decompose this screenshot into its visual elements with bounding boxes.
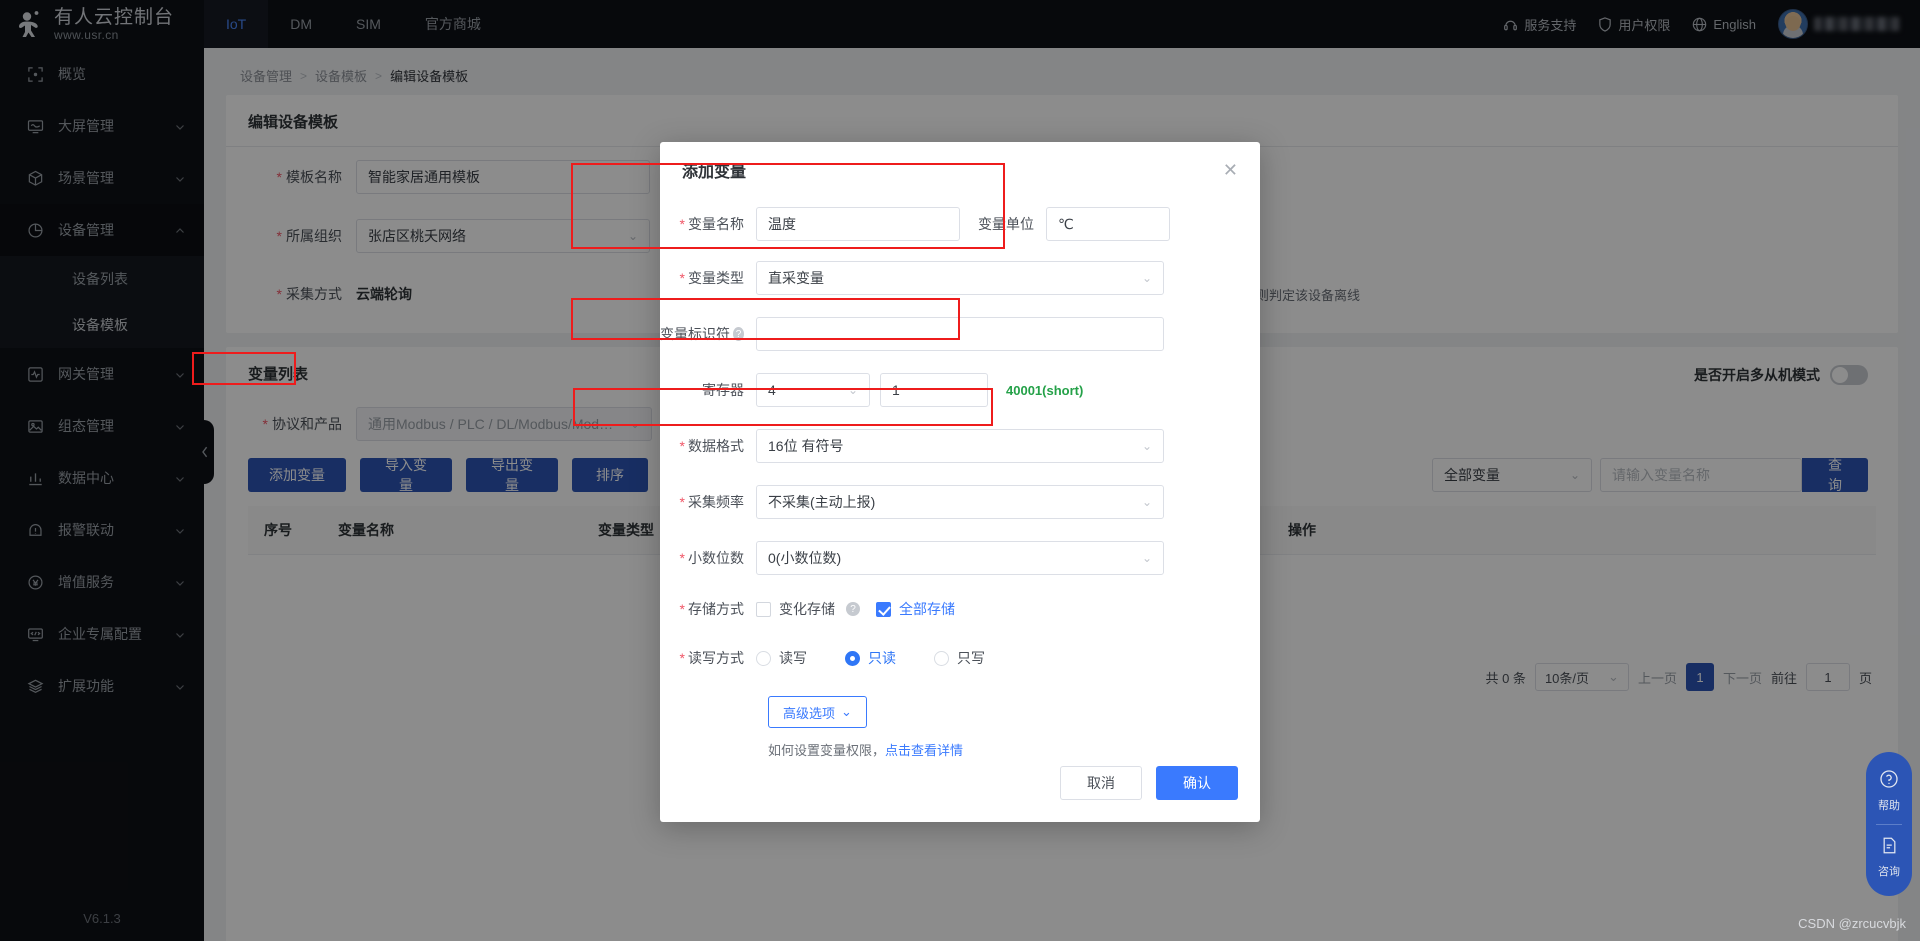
app-root: 有人云控制台 www.usr.cn IoT DM SIM 官方商城 服务支持 用…: [0, 0, 1920, 941]
variable-identifier-input[interactable]: [756, 317, 1164, 351]
advanced-options-button[interactable]: 高级选项 ⌄: [768, 696, 867, 728]
data-format-select[interactable]: 16位 有符号 ⌄: [756, 429, 1164, 463]
document-icon: [1880, 836, 1899, 860]
register-function-code-select[interactable]: 4 ⌄: [756, 373, 870, 407]
dialog-title: 添加变量: [682, 164, 747, 181]
variable-name-label: 变量名称: [660, 214, 756, 234]
permission-hint-link[interactable]: 点击查看详情: [885, 743, 963, 758]
variable-type-label: 变量类型: [660, 268, 756, 288]
checkbox-change-storage[interactable]: 变化存储 ?: [756, 599, 860, 619]
radio-dot: [756, 650, 771, 666]
variable-identifier-label: 变量标识符 ?: [660, 324, 756, 344]
decimals-select[interactable]: 0(小数位数) ⌄: [756, 541, 1164, 575]
storage-mode-row: 存储方式 变化存储 ? 全部存储: [660, 586, 1260, 632]
variable-unit-input[interactable]: ℃: [1046, 207, 1170, 241]
radio-write-only-label: 只写: [957, 650, 985, 666]
checkbox-box: [756, 601, 771, 617]
watermark: CSDN @zrcucvbjk: [1798, 916, 1906, 931]
dialog-header: 添加变量 ✕: [660, 142, 1260, 198]
cancel-button[interactable]: 取消: [1060, 766, 1142, 800]
checkbox-all-storage[interactable]: 全部存储: [876, 599, 955, 619]
advanced-options-area: 高级选项 ⌄ 如何设置变量权限，点击查看详情: [660, 696, 1260, 759]
confirm-button[interactable]: 确认: [1156, 766, 1238, 800]
radio-read-only[interactable]: 只读: [845, 648, 896, 668]
checkbox-change-storage-label: 变化存储: [779, 601, 835, 617]
radio-dot: [845, 650, 860, 666]
variable-name-row: 变量名称 温度 变量单位 ℃: [660, 198, 1260, 250]
read-write-mode-options: 读写 只读 只写: [756, 648, 985, 668]
checkbox-box: [876, 601, 891, 617]
consult-button[interactable]: 咨询: [1878, 829, 1900, 886]
radio-read-write-label: 读写: [779, 650, 807, 666]
checkbox-all-storage-label: 全部存储: [899, 601, 955, 617]
decimals-value: 0(小数位数): [768, 550, 842, 566]
variable-name-input[interactable]: 温度: [756, 207, 960, 241]
question-icon[interactable]: ?: [733, 327, 744, 341]
data-format-label: 数据格式: [660, 436, 756, 456]
variable-type-row: 变量类型 直采变量 ⌄: [660, 250, 1260, 306]
question-icon[interactable]: ?: [846, 602, 860, 616]
sample-rate-select[interactable]: 不采集(主动上报) ⌄: [756, 485, 1164, 519]
register-label: 寄存器: [702, 382, 744, 398]
help-label: 帮助: [1878, 800, 1900, 812]
decimals-label: 小数位数: [660, 548, 756, 568]
read-write-mode-row: 读写方式 读写 只读 只写: [660, 632, 1260, 684]
storage-mode-options: 变化存储 ? 全部存储: [756, 599, 955, 619]
register-resolved-address: 40001(short): [1006, 382, 1084, 398]
decimals-row: 小数位数 0(小数位数) ⌄: [660, 530, 1260, 586]
radio-read-only-label: 只读: [868, 650, 896, 666]
floating-help-dock: 帮助 咨询: [1866, 752, 1912, 896]
sample-rate-value: 不采集(主动上报): [768, 494, 876, 510]
permission-hint: 如何设置变量权限，点击查看详情: [768, 740, 1260, 759]
variable-type-value: 直采变量: [768, 270, 824, 286]
radio-read-write[interactable]: 读写: [756, 648, 807, 668]
variable-identifier-label-text: 变量标识符: [660, 326, 730, 342]
variable-identifier-row: 变量标识符 ?: [660, 306, 1260, 362]
consult-label: 咨询: [1878, 866, 1900, 878]
chevron-down-icon: ⌄: [1141, 271, 1152, 285]
dialog-footer: 取消 确认: [1060, 766, 1238, 800]
variable-type-select[interactable]: 直采变量 ⌄: [756, 261, 1164, 295]
chevron-down-icon: ⌄: [847, 383, 858, 397]
chevron-down-icon: ⌄: [1141, 439, 1152, 453]
read-write-mode-label: 读写方式: [660, 648, 756, 668]
sample-rate-label: 采集频率: [660, 492, 756, 512]
data-format-value: 16位 有符号: [768, 438, 844, 454]
register-row: 寄存器 4 ⌄ 1 40001(short): [660, 362, 1260, 418]
radio-dot: [934, 650, 949, 666]
dock-divider: [1876, 824, 1902, 825]
permission-hint-text: 如何设置变量权限，: [768, 743, 886, 758]
help-button[interactable]: 帮助: [1878, 762, 1900, 820]
advanced-options-label: 高级选项: [783, 705, 836, 721]
data-format-row: 数据格式 16位 有符号 ⌄: [660, 418, 1260, 474]
chevron-down-icon: ⌄: [841, 704, 852, 719]
chevron-down-icon: ⌄: [1141, 551, 1152, 565]
storage-mode-label: 存储方式: [660, 599, 756, 619]
chevron-down-icon: ⌄: [1141, 495, 1152, 509]
radio-write-only[interactable]: 只写: [934, 648, 985, 668]
variable-unit-label: 变量单位: [978, 216, 1034, 232]
close-icon[interactable]: ✕: [1223, 161, 1238, 179]
add-variable-dialog: 添加变量 ✕ 变量名称 温度 变量单位 ℃ 变量类型 直采变量 ⌄ 变量标识符 …: [660, 142, 1260, 822]
register-address-input[interactable]: 1: [880, 373, 988, 407]
question-circle-icon: [1879, 769, 1899, 794]
sample-rate-row: 采集频率 不采集(主动上报) ⌄: [660, 474, 1260, 530]
register-function-code-value: 4: [768, 382, 776, 398]
